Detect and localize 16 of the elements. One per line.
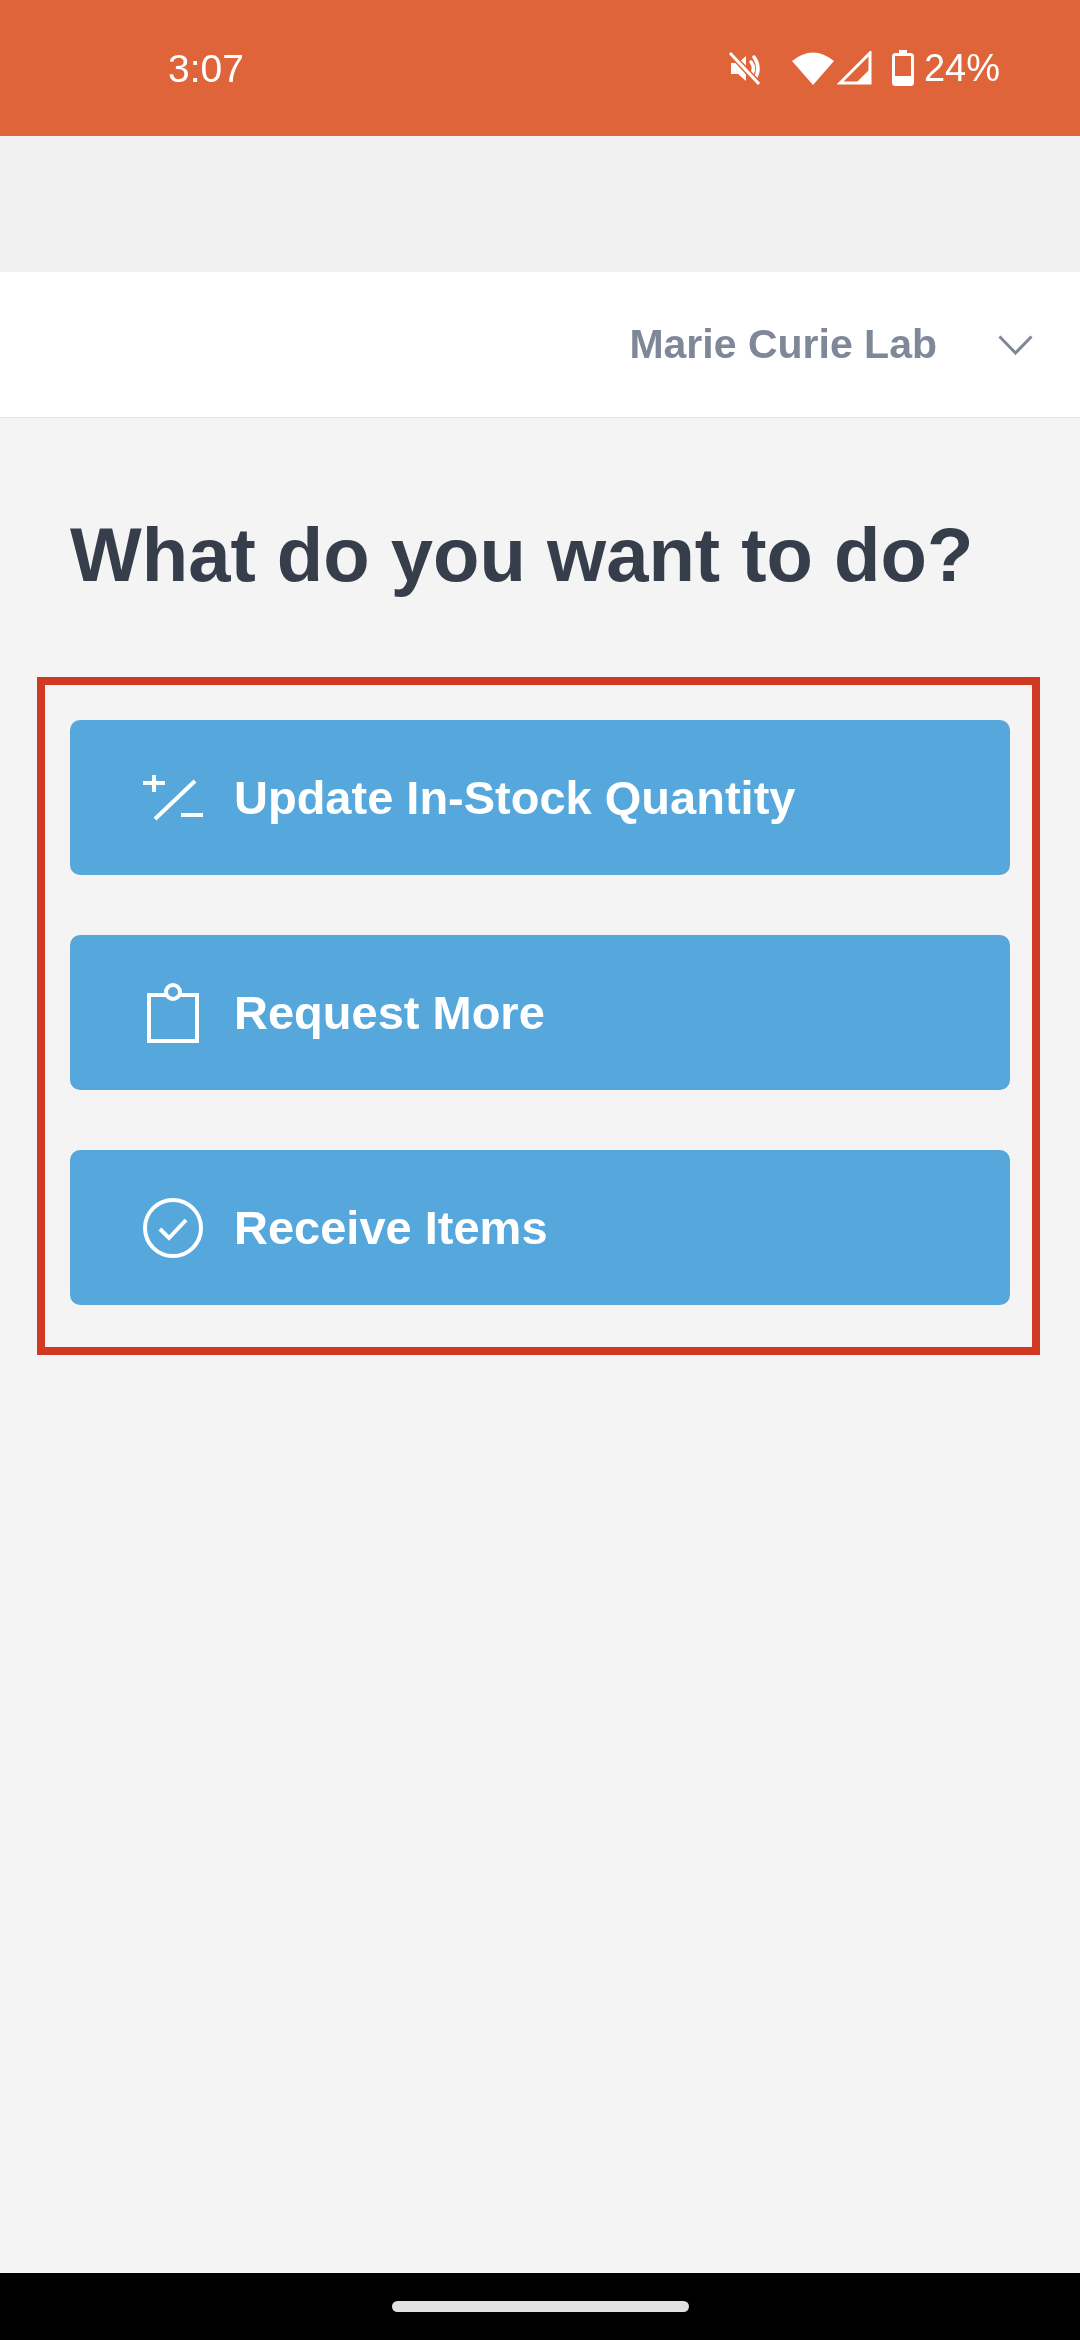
signal-icon — [836, 51, 872, 85]
mute-icon — [727, 50, 761, 86]
wifi-icon — [791, 51, 834, 85]
home-indicator[interactable] — [391, 2301, 689, 2312]
plus-minus-icon — [143, 774, 203, 821]
battery-icon — [891, 50, 914, 86]
action-button[interactable]: Receive Items — [70, 1150, 1010, 1305]
check-circle-icon — [143, 1197, 203, 1258]
status-time: 3:07 — [168, 48, 244, 88]
clipboard-icon — [147, 982, 199, 1043]
chevron-down-icon — [998, 334, 1033, 355]
lab-selector[interactable]: Marie Curie Lab — [629, 324, 1033, 365]
page-title: What do you want to do? — [70, 511, 974, 599]
action-button[interactable]: Request More — [70, 935, 1010, 1090]
battery-percentage: 24% — [923, 49, 1000, 87]
action-button[interactable]: Update In-Stock Quantity — [70, 720, 1010, 875]
